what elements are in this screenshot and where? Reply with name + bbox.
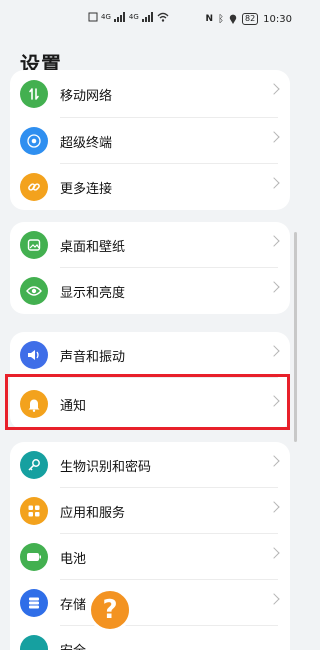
settings-group-connectivity: 移动网络 超级终端 更多连接 — [10, 70, 290, 210]
settings-item-more-connections[interactable]: 更多连接 — [10, 164, 290, 210]
chevron-right-icon — [268, 235, 280, 247]
settings-item-display[interactable]: 显示和亮度 — [10, 268, 290, 314]
signal-bars-icon — [141, 12, 153, 22]
mobile-network-icon — [20, 80, 48, 108]
settings-item-battery[interactable]: 电池 — [10, 534, 290, 580]
super-device-icon — [20, 127, 48, 155]
battery-indicator: 82 — [241, 13, 259, 25]
link-icon — [20, 173, 48, 201]
settings-item-label: 声音和振动 — [60, 349, 126, 365]
settings-item-label: 显示和亮度 — [60, 285, 126, 301]
signal-indicators: 4G 4G — [88, 12, 169, 22]
settings-item-label: 生物识别和密码 — [60, 459, 152, 475]
chevron-right-icon — [268, 455, 280, 467]
highlight-box — [5, 374, 290, 430]
storage-icon — [20, 589, 48, 617]
settings-item-label: 更多连接 — [60, 181, 113, 197]
battery-icon — [20, 543, 48, 571]
settings-item-label: 存储 — [60, 597, 87, 613]
key-icon — [20, 451, 48, 479]
settings-item-label: 移动网络 — [60, 88, 113, 104]
bluetooth-icon: ᛒ — [217, 13, 224, 25]
nfc-icon: N — [205, 14, 213, 24]
chevron-right-icon — [268, 501, 280, 513]
wallpaper-icon — [20, 231, 48, 259]
settings-item-mobile-network[interactable]: 移动网络 — [10, 70, 290, 118]
signal-type-1: 4G — [101, 13, 111, 21]
settings-item-label: 桌面和壁纸 — [60, 239, 126, 255]
scrollbar[interactable] — [294, 232, 297, 442]
settings-item-security[interactable]: 安全 — [10, 626, 290, 650]
wifi-icon — [157, 12, 169, 22]
settings-item-biometrics[interactable]: 生物识别和密码 — [10, 442, 290, 488]
chevron-right-icon — [268, 131, 280, 143]
signal-type-2: 4G — [128, 13, 139, 21]
security-icon — [20, 635, 48, 650]
settings-item-wallpaper[interactable]: 桌面和壁纸 — [10, 222, 290, 268]
sim-icon — [88, 12, 98, 22]
chevron-right-icon — [268, 345, 280, 357]
signal-bars-icon — [113, 12, 125, 22]
status-right: N ᛒ 82 10:30 — [205, 13, 292, 25]
settings-item-apps[interactable]: 应用和服务 — [10, 488, 290, 534]
location-icon — [229, 14, 237, 24]
settings-item-label: 超级终端 — [60, 135, 113, 151]
chevron-right-icon — [268, 83, 280, 95]
settings-item-label: 应用和服务 — [60, 505, 126, 521]
settings-item-storage[interactable]: 存储 — [10, 580, 290, 626]
settings-item-sound[interactable]: 声音和振动 — [10, 332, 290, 378]
settings-group-system: 生物识别和密码 应用和服务 电池 存储 安全 — [10, 442, 290, 650]
settings-group-display: 桌面和壁纸 显示和亮度 — [10, 222, 290, 314]
chevron-right-icon — [268, 281, 280, 293]
volume-icon — [20, 341, 48, 369]
settings-item-super-device[interactable]: 超级终端 — [10, 118, 290, 164]
eye-icon — [20, 277, 48, 305]
settings-item-label: 电池 — [60, 551, 87, 567]
settings-item-label: 安全 — [60, 640, 86, 650]
help-button[interactable]: ? — [88, 588, 132, 632]
apps-icon — [20, 497, 48, 525]
chevron-right-icon — [268, 593, 280, 605]
chevron-right-icon — [268, 177, 280, 189]
clock: 10:30 — [263, 13, 292, 25]
status-bar: 4G 4G N ᛒ 82 10:30 — [0, 0, 300, 40]
chevron-right-icon — [268, 547, 280, 559]
